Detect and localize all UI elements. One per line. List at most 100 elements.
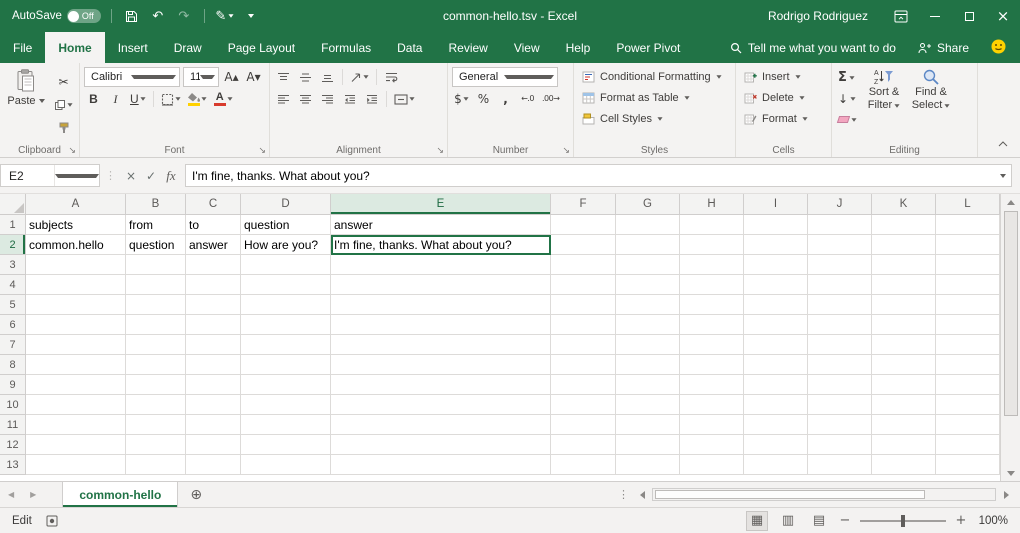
percent-style-button[interactable]: % [474, 90, 493, 109]
cell-J9[interactable] [808, 375, 872, 395]
cell-D8[interactable] [241, 355, 331, 375]
cell-E9[interactable] [331, 375, 551, 395]
column-header-A[interactable]: A [26, 194, 126, 215]
borders-button[interactable] [159, 90, 183, 109]
cell-E4[interactable] [331, 275, 551, 295]
cell-L2[interactable] [936, 235, 1000, 255]
cell-styles-button[interactable]: Cell Styles [578, 108, 731, 129]
feedback-smiley-button[interactable] [991, 39, 1006, 57]
cell-H6[interactable] [680, 315, 744, 335]
tab-power-pivot[interactable]: Power Pivot [603, 32, 693, 63]
cell-D3[interactable] [241, 255, 331, 275]
increase-font-size-button[interactable]: A▴ [222, 68, 241, 87]
cell-C13[interactable] [186, 455, 241, 475]
row-header-3[interactable]: 3 [0, 255, 26, 275]
cell-E10[interactable] [331, 395, 551, 415]
underline-button[interactable]: U [128, 90, 148, 109]
find-select-button[interactable]: Find & Select [909, 66, 953, 142]
align-left-button[interactable] [274, 90, 293, 109]
view-page-break-button[interactable]: ▤ [808, 511, 830, 531]
cell-I1[interactable] [744, 215, 808, 235]
paste-button[interactable]: Paste [4, 66, 48, 142]
zoom-in-button[interactable]: + [955, 513, 967, 528]
cell-A12[interactable] [26, 435, 126, 455]
cell-E7[interactable] [331, 335, 551, 355]
tab-help[interactable]: Help [553, 32, 604, 63]
row-header-8[interactable]: 8 [0, 355, 26, 375]
cell-A8[interactable] [26, 355, 126, 375]
cell-D10[interactable] [241, 395, 331, 415]
cell-C4[interactable] [186, 275, 241, 295]
cell-B4[interactable] [126, 275, 186, 295]
cell-H11[interactable] [680, 415, 744, 435]
cell-F6[interactable] [551, 315, 616, 335]
scroll-down-arrow[interactable] [1001, 465, 1020, 481]
cell-E12[interactable] [331, 435, 551, 455]
cell-B7[interactable] [126, 335, 186, 355]
copy-button[interactable] [52, 95, 75, 114]
cell-J3[interactable] [808, 255, 872, 275]
cell-K13[interactable] [872, 455, 936, 475]
sheet-tab-common-hello[interactable]: common-hello [62, 482, 178, 507]
cell-L13[interactable] [936, 455, 1000, 475]
name-box-dropdown[interactable] [54, 165, 100, 186]
conditional-formatting-button[interactable]: Conditional Formatting [578, 66, 731, 87]
cell-C9[interactable] [186, 375, 241, 395]
cell-H3[interactable] [680, 255, 744, 275]
cell-D4[interactable] [241, 275, 331, 295]
sheet-nav-next[interactable]: ▶ [22, 490, 44, 499]
cell-B12[interactable] [126, 435, 186, 455]
format-as-table-button[interactable]: Format as Table [578, 87, 731, 108]
select-all-corner[interactable] [0, 194, 26, 215]
insert-cells-button[interactable]: Insert [740, 66, 827, 87]
decrease-font-size-button[interactable]: A▾ [244, 68, 263, 87]
cell-F8[interactable] [551, 355, 616, 375]
horizontal-scrollbar[interactable] [634, 487, 1014, 502]
maximize-button[interactable] [952, 0, 986, 32]
cell-B9[interactable] [126, 375, 186, 395]
tab-review[interactable]: Review [435, 32, 500, 63]
cell-I12[interactable] [744, 435, 808, 455]
scroll-up-arrow[interactable] [1001, 194, 1020, 210]
cell-K9[interactable] [872, 375, 936, 395]
cell-L9[interactable] [936, 375, 1000, 395]
cell-K4[interactable] [872, 275, 936, 295]
cell-C10[interactable] [186, 395, 241, 415]
column-header-H[interactable]: H [680, 194, 744, 215]
zoom-slider-thumb[interactable] [901, 515, 905, 527]
column-header-K[interactable]: K [872, 194, 936, 215]
autosave-toggle[interactable]: Off [67, 9, 101, 23]
column-header-F[interactable]: F [551, 194, 616, 215]
tab-draw[interactable]: Draw [161, 32, 215, 63]
cell-G5[interactable] [616, 295, 680, 315]
cell-A9[interactable] [26, 375, 126, 395]
cell-J2[interactable] [808, 235, 872, 255]
cell-A1[interactable]: subjects [26, 215, 126, 235]
cell-J8[interactable] [808, 355, 872, 375]
cell-D13[interactable] [241, 455, 331, 475]
cell-B8[interactable] [126, 355, 186, 375]
cell-L7[interactable] [936, 335, 1000, 355]
row-header-9[interactable]: 9 [0, 375, 26, 395]
zoom-slider[interactable] [860, 520, 946, 522]
column-header-L[interactable]: L [936, 194, 1000, 215]
font-color-button[interactable]: A [212, 90, 235, 109]
cell-J12[interactable] [808, 435, 872, 455]
cell-L8[interactable] [936, 355, 1000, 375]
tab-data[interactable]: Data [384, 32, 435, 63]
cell-I10[interactable] [744, 395, 808, 415]
cell-A6[interactable] [26, 315, 126, 335]
cell-I4[interactable] [744, 275, 808, 295]
cell-K8[interactable] [872, 355, 936, 375]
merge-center-button[interactable] [392, 90, 417, 109]
cell-B13[interactable] [126, 455, 186, 475]
horizontal-scroll-thumb[interactable] [655, 490, 925, 499]
cell-G10[interactable] [616, 395, 680, 415]
cell-E13[interactable] [331, 455, 551, 475]
italic-button[interactable]: I [106, 90, 125, 109]
delete-cells-button[interactable]: Delete [740, 87, 827, 108]
cell-A7[interactable] [26, 335, 126, 355]
cell-D2[interactable]: How are you? [241, 235, 331, 255]
cell-G13[interactable] [616, 455, 680, 475]
cell-D7[interactable] [241, 335, 331, 355]
